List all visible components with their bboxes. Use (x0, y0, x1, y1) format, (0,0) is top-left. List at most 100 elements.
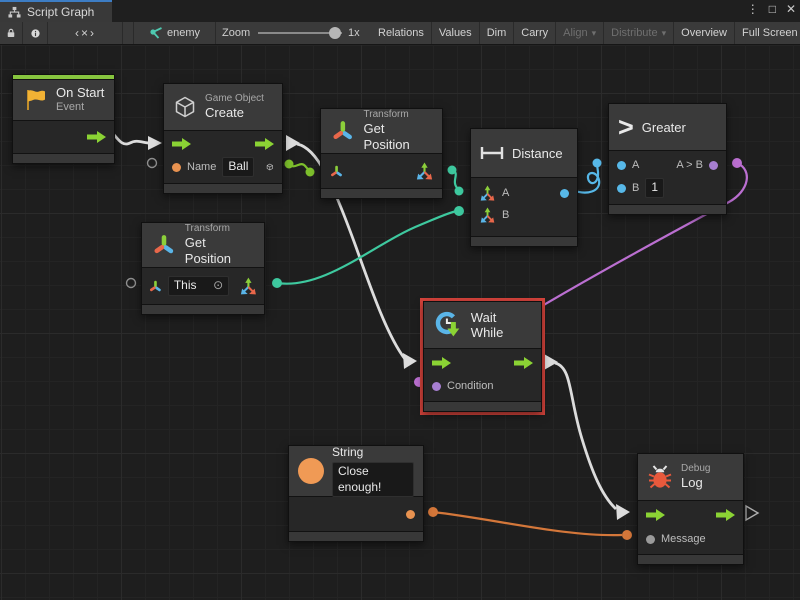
wire-endpoint (285, 160, 294, 169)
node-footer (609, 205, 726, 214)
wire-vector-getposition-distance-b[interactable] (277, 211, 457, 284)
graph-reference[interactable]: enemy (133, 22, 216, 44)
graph-canvas[interactable]: On Start Event Game Object Create (0, 45, 800, 600)
node-category: Transform (364, 109, 433, 122)
port-label: Condition (447, 380, 493, 392)
string-output-port[interactable] (406, 510, 415, 519)
port-label: B (632, 182, 639, 194)
wire-endpoint (455, 187, 464, 196)
wire-flow-waitwhile-debuglog[interactable] (555, 363, 616, 509)
unconnected-port-circle (148, 159, 157, 168)
node-distance[interactable]: Distance A (470, 128, 578, 247)
node-footer (142, 305, 264, 314)
vector3-output-port[interactable] (415, 162, 434, 181)
node-string-literal[interactable]: String Close enough! (288, 445, 424, 542)
flow-output-port[interactable] (514, 357, 533, 369)
node-title: On Start (56, 85, 104, 101)
node-title: String (332, 445, 414, 460)
transform-icon (151, 232, 177, 258)
wait-clock-icon (433, 310, 463, 340)
node-get-position-this[interactable]: Transform Get Position This ⊙ (141, 222, 265, 315)
transform-input-port[interactable] (329, 164, 344, 179)
overview-button[interactable]: Overview (674, 22, 735, 44)
cube-icon (173, 95, 197, 119)
distribute-dropdown[interactable]: Distribute ▾ (604, 22, 674, 44)
lock-icon (7, 27, 15, 39)
string-input-port[interactable] (172, 163, 181, 172)
close-button[interactable]: ✕ (786, 2, 796, 16)
node-footer (289, 532, 423, 541)
carry-button[interactable]: Carry (514, 22, 556, 44)
number-input-port[interactable] (617, 161, 626, 170)
wire-endpoint (732, 158, 742, 168)
node-greater[interactable]: > Greater A A > B B 1 (608, 103, 727, 215)
wire-arrowhead (403, 353, 417, 369)
node-footer (471, 237, 577, 246)
name-value-field[interactable]: Ball (222, 157, 254, 177)
lock-button[interactable] (0, 22, 23, 44)
message-input-port[interactable] (646, 535, 655, 544)
node-footer (638, 555, 743, 564)
flow-input-port[interactable] (172, 138, 191, 150)
bool-output-port[interactable] (709, 161, 718, 170)
bool-input-port[interactable] (432, 382, 441, 391)
info-icon (31, 27, 40, 40)
vector3-input-port[interactable] (479, 207, 496, 224)
node-create-gameobject[interactable]: Game Object Create Name Ball (163, 83, 283, 194)
values-button[interactable]: Values (432, 22, 480, 44)
graph-toolbar: ‹×› enemy Zoom 1x Relations Values Dim C… (0, 22, 800, 45)
node-on-start[interactable]: On Start Event (12, 74, 115, 164)
vector3-output-port[interactable] (239, 277, 258, 296)
b-value-field[interactable]: 1 (645, 178, 664, 198)
node-wait-while[interactable]: Wait While Condition (423, 301, 542, 412)
distance-icon (480, 146, 504, 160)
vector3-input-port[interactable] (479, 185, 496, 202)
info-button[interactable] (24, 22, 48, 44)
node-title: Greater (642, 120, 686, 135)
full-screen-button[interactable]: Full Screen (735, 22, 800, 44)
align-dropdown[interactable]: Align ▾ (556, 22, 604, 44)
flow-output-port[interactable] (87, 131, 106, 143)
flow-input-port[interactable] (432, 357, 451, 369)
code-icon: ‹×› (75, 26, 96, 40)
gameobject-output-port[interactable] (266, 159, 274, 175)
maximize-button[interactable]: □ (769, 2, 776, 16)
flow-output-port[interactable] (716, 509, 735, 521)
node-title: Create (205, 105, 264, 121)
chevron-down-icon: ▾ (592, 28, 597, 39)
node-debug-log[interactable]: Debug Log Message (637, 453, 744, 565)
object-picker-icon[interactable]: ⊙ (213, 278, 223, 294)
node-category: Transform (185, 223, 255, 236)
wire-arrowhead (616, 504, 630, 520)
number-input-port[interactable] (617, 184, 626, 193)
dim-button[interactable]: Dim (480, 22, 515, 44)
event-stripe (13, 75, 114, 79)
wire-arrowhead (148, 136, 162, 150)
window-menu-button[interactable]: ⋮ (747, 2, 759, 16)
wire-endpoint (448, 166, 457, 175)
relations-button[interactable]: Relations (371, 22, 432, 44)
flow-output-port[interactable] (255, 138, 274, 150)
node-footer (164, 184, 282, 193)
toolbar-right-buttons: Relations Values Dim Carry Align ▾ Distr… (371, 22, 800, 44)
target-field[interactable]: This ⊙ (168, 276, 229, 296)
node-title: Distance (512, 146, 563, 161)
tab-script-graph[interactable]: Script Graph (0, 0, 112, 22)
port-label: Name (187, 161, 216, 173)
wire-string-string-debuglog[interactable] (433, 512, 622, 535)
zoom-slider-handle[interactable] (329, 27, 341, 39)
node-footer (13, 154, 114, 163)
zoom-value: 1x (348, 27, 360, 39)
window-controls: ⋮ □ ✕ (747, 2, 796, 16)
flow-input-port[interactable] (646, 509, 665, 521)
node-title: Get Position (364, 121, 433, 154)
code-view-button[interactable]: ‹×› (49, 22, 123, 44)
number-output-port[interactable] (560, 189, 569, 198)
port-label: A (632, 159, 639, 171)
transform-input-port[interactable] (148, 279, 163, 294)
node-get-position-ball[interactable]: Transform Get Position (320, 108, 443, 199)
node-footer (321, 189, 442, 198)
flag-icon (22, 87, 48, 113)
wire-endpoint (622, 530, 632, 540)
string-value-field[interactable]: Close enough! (332, 462, 414, 497)
